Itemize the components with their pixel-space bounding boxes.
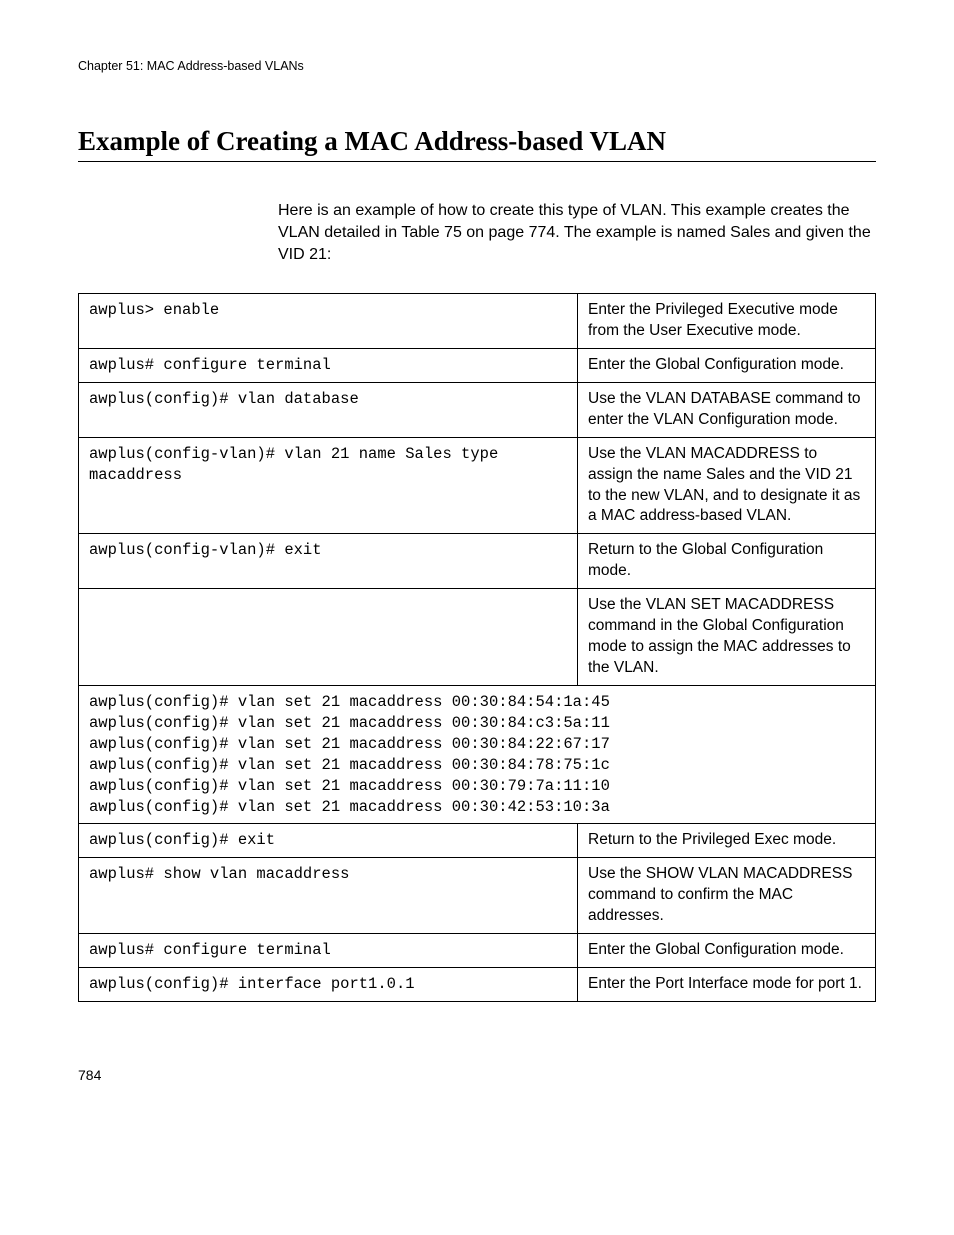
section-title: Example of Creating a MAC Address-based … [78, 123, 876, 162]
table-row: awplus(config)# interface port1.0.1Enter… [79, 968, 876, 1002]
description-cell: Use the VLAN SET MACADDRESS command in t… [578, 589, 876, 686]
description-cell: Enter the Port Interface mode for port 1… [578, 968, 876, 1002]
description-cell: Return to the Global Configuration mode. [578, 534, 876, 589]
command-cell: awplus(config)# vlan database [79, 382, 578, 437]
table-row: awplus# configure terminalEnter the Glob… [79, 348, 876, 382]
command-cell: awplus(config)# interface port1.0.1 [79, 968, 578, 1002]
chapter-header: Chapter 51: MAC Address-based VLANs [78, 58, 876, 75]
table-row: awplus# configure terminalEnter the Glob… [79, 934, 876, 968]
table-row: awplus(config-vlan)# vlan 21 name Sales … [79, 437, 876, 534]
description-cell: Use the VLAN MACADDRESS to assign the na… [578, 437, 876, 534]
description-cell: Enter the Global Configuration mode. [578, 934, 876, 968]
command-cell [79, 589, 578, 686]
table-row: awplus# show vlan macaddressUse the SHOW… [79, 858, 876, 934]
description-cell: Use the VLAN DATABASE command to enter t… [578, 382, 876, 437]
description-cell: Enter the Privileged Executive mode from… [578, 294, 876, 349]
table-row: awplus(config-vlan)# exitReturn to the G… [79, 534, 876, 589]
page-number: 784 [78, 1066, 876, 1085]
command-cell: awplus# configure terminal [79, 934, 578, 968]
description-cell: Enter the Global Configuration mode. [578, 348, 876, 382]
table-row: awplus(config)# vlan databaseUse the VLA… [79, 382, 876, 437]
command-table: awplus> enableEnter the Privileged Execu… [78, 293, 876, 1002]
command-cell: awplus# configure terminal [79, 348, 578, 382]
description-cell: Use the SHOW VLAN MACADDRESS command to … [578, 858, 876, 934]
command-cell: awplus(config)# exit [79, 824, 578, 858]
mac-command-block: awplus(config)# vlan set 21 macaddress 0… [79, 685, 876, 824]
table-row: awplus(config)# exitReturn to the Privil… [79, 824, 876, 858]
table-row: awplus(config)# vlan set 21 macaddress 0… [79, 685, 876, 824]
command-cell: awplus> enable [79, 294, 578, 349]
command-cell: awplus(config-vlan)# vlan 21 name Sales … [79, 437, 578, 534]
description-cell: Return to the Privileged Exec mode. [578, 824, 876, 858]
command-cell: awplus(config-vlan)# exit [79, 534, 578, 589]
table-row: awplus> enableEnter the Privileged Execu… [79, 294, 876, 349]
intro-paragraph: Here is an example of how to create this… [278, 200, 876, 265]
table-row: Use the VLAN SET MACADDRESS command in t… [79, 589, 876, 686]
command-cell: awplus# show vlan macaddress [79, 858, 578, 934]
